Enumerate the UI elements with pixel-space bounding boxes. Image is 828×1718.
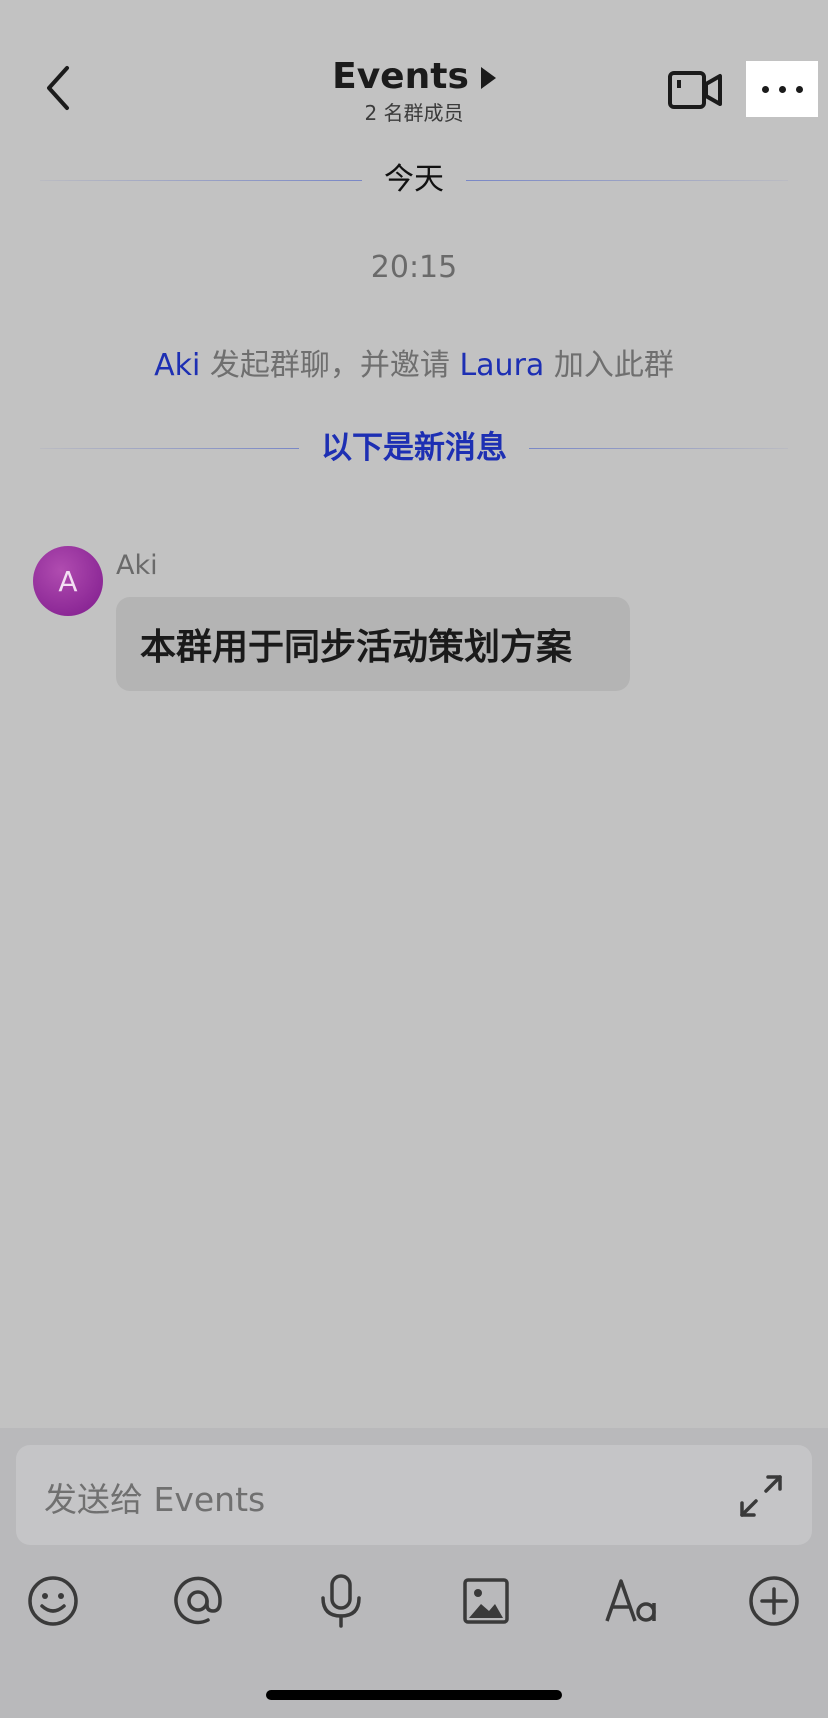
more-tools-button[interactable]	[739, 1566, 809, 1636]
more-dot-icon	[761, 85, 769, 93]
home-indicator	[266, 1690, 562, 1700]
more-dot-icon	[795, 85, 803, 93]
at-icon	[174, 1576, 222, 1625]
back-button[interactable]	[30, 56, 86, 120]
sender-name: Aki	[116, 550, 158, 581]
divider-line-right	[529, 447, 788, 449]
new-messages-divider: 以下是新消息	[40, 428, 788, 468]
divider-line-right	[466, 179, 788, 181]
mention-invitee[interactable]: Laura	[459, 348, 544, 383]
divider-line-left	[40, 179, 362, 181]
emoji-button[interactable]	[18, 1566, 88, 1636]
mention-button[interactable]	[163, 1566, 233, 1636]
message-input[interactable]: 发送给 Events	[16, 1445, 812, 1545]
message-text: 本群用于同步活动策划方案	[140, 627, 573, 668]
system-message: Aki 发起群聊，并邀请 Laura 加入此群	[0, 340, 828, 384]
expand-button[interactable]	[736, 1471, 786, 1521]
video-call-button[interactable]	[660, 62, 730, 118]
more-dot-icon	[778, 85, 786, 93]
divider-line-left	[40, 447, 299, 449]
message-bubble[interactable]: 本群用于同步活动策划方案	[116, 597, 630, 691]
plus-icon	[749, 1576, 799, 1626]
chevron-left-icon	[47, 66, 69, 110]
text-format-button[interactable]	[597, 1566, 667, 1636]
composer: 发送给 Events	[0, 1428, 828, 1718]
emoji-icon	[28, 1576, 78, 1626]
expand-icon	[740, 1475, 782, 1517]
avatar[interactable]: A	[33, 546, 103, 616]
more-options-button[interactable]	[746, 61, 818, 117]
system-message-text-1: 发起群聊，并邀请	[200, 348, 460, 383]
chat-header: Events 2 名群成员	[0, 0, 828, 150]
message-time: 20:15	[370, 250, 458, 285]
system-message-text-2: 加入此群	[544, 348, 674, 383]
mention-actor[interactable]: Aki	[154, 348, 200, 383]
date-divider: 今天	[40, 160, 788, 200]
image-icon	[463, 1578, 509, 1624]
new-messages-label: 以下是新消息	[321, 430, 507, 466]
text-format-icon	[605, 1579, 656, 1622]
composer-toolbar	[0, 1566, 828, 1646]
caret-right-icon	[480, 67, 496, 89]
member-count: 2 名群成员	[364, 101, 464, 125]
chat-title-area[interactable]: Events 2 名群成员	[214, 54, 614, 126]
message-input-placeholder: 发送给 Events	[44, 1480, 266, 1519]
voice-button[interactable]	[306, 1566, 376, 1636]
date-divider-label: 今天	[384, 162, 444, 197]
image-button[interactable]	[451, 1566, 521, 1636]
video-camera-icon	[668, 71, 722, 109]
chat-title: Events	[332, 56, 469, 97]
microphone-icon	[321, 1574, 361, 1628]
